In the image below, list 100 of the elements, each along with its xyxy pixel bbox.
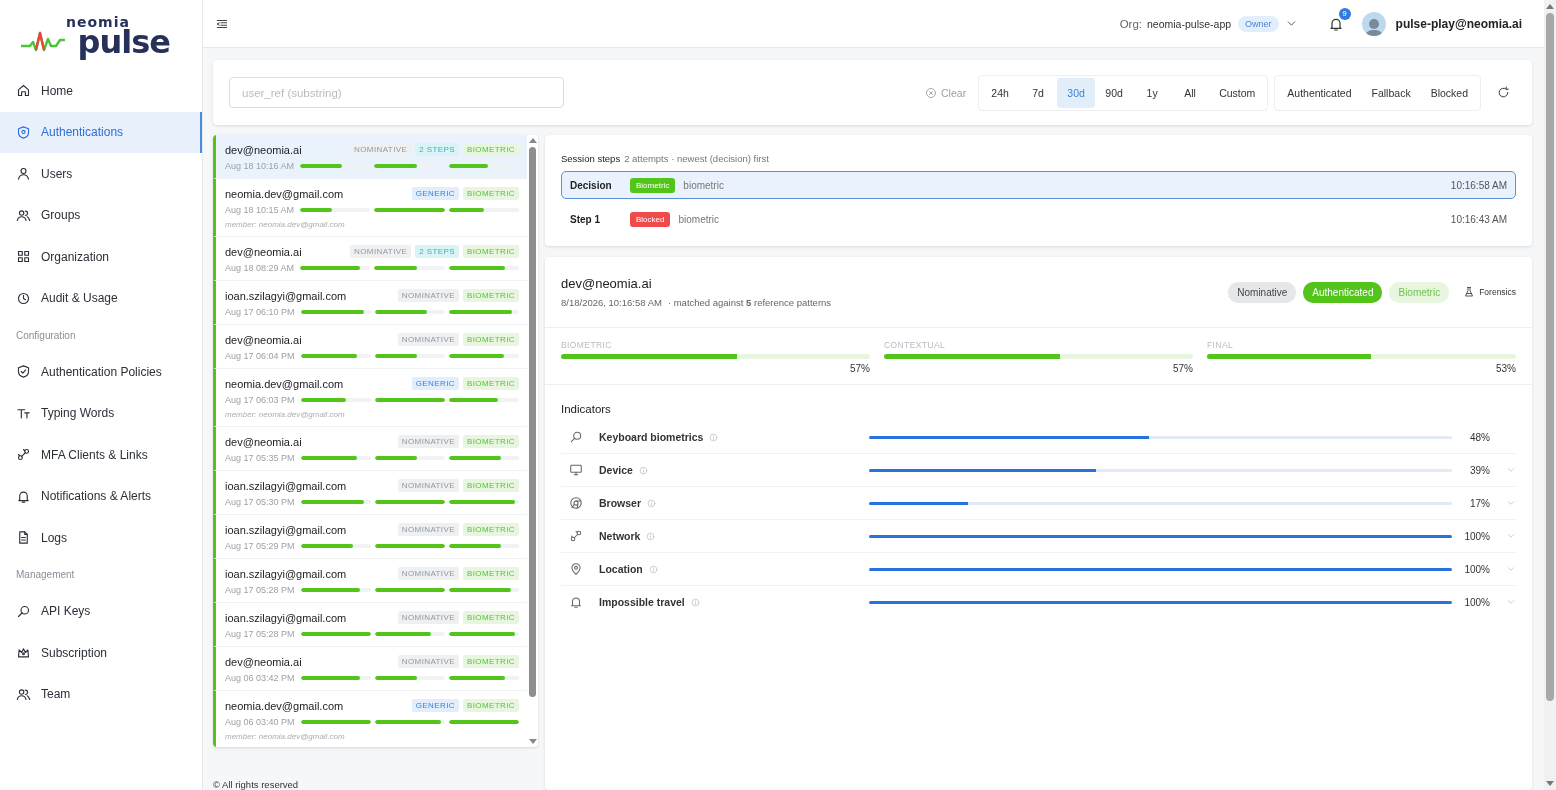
sidebar-item[interactable]: Typing Words bbox=[0, 392, 202, 434]
range-tab[interactable]: Custom bbox=[1209, 77, 1266, 108]
session-row[interactable]: ioan.szilagyi@gmail.com NOMINATIVE BIOMETRIC Aug 17 05:29 PM bbox=[213, 515, 527, 559]
session-row[interactable]: dev@neomia.ai NOMINATIVE BIOMETRIC Aug 06 03:42 PM bbox=[213, 647, 527, 691]
session-time: Aug 17 05:28 PM bbox=[225, 629, 295, 639]
session-tag: BIOMETRIC bbox=[462, 699, 519, 712]
member-note: member: neomia.dev@gmail.com bbox=[225, 732, 346, 741]
pulse-wave-icon bbox=[20, 30, 66, 54]
search-field[interactable]: user_ref (substring) bbox=[229, 77, 564, 108]
step-row[interactable]: Step 1 Blocked biometric 10:16:43 AM bbox=[561, 205, 1516, 233]
status-filter[interactable]: Blocked bbox=[1420, 77, 1478, 108]
session-row[interactable]: ioan.szilagyi@gmail.com NOMINATIVE BIOMETRIC Aug 17 06:10 PM bbox=[213, 281, 527, 325]
score-bar bbox=[300, 398, 371, 402]
score-bar bbox=[374, 398, 445, 402]
range-tab[interactable]: 7d bbox=[1019, 77, 1058, 108]
status-filter[interactable]: Authenticated bbox=[1277, 77, 1362, 108]
sidebar-item[interactable]: Groups bbox=[0, 194, 202, 236]
score-label: CONTEXTUAL bbox=[884, 340, 947, 350]
score-bar bbox=[300, 266, 371, 270]
chevron-down-icon[interactable] bbox=[1506, 564, 1516, 574]
session-row[interactable]: dev@neomia.ai NOMINATIVE 2 STEPS BIOMETRIC Aug 18 10:16 AM bbox=[213, 135, 527, 179]
chevron-down-icon[interactable] bbox=[1506, 597, 1516, 607]
user-email[interactable]: pulse-play@neomia.ai bbox=[1395, 16, 1522, 31]
chevron-down-icon[interactable] bbox=[1506, 498, 1516, 508]
score-bar bbox=[374, 310, 445, 314]
card-subtitle: 2 attempts · newest (decision) first bbox=[624, 153, 769, 164]
session-row[interactable]: ioan.szilagyi@gmail.com NOMINATIVE BIOMETRIC Aug 17 05:30 PM bbox=[213, 471, 527, 515]
detail-email: dev@neomia.ai bbox=[561, 276, 653, 291]
session-email: ioan.szilagyi@gmail.com bbox=[225, 479, 348, 492]
sidebar-item[interactable]: Subscription bbox=[0, 632, 202, 674]
session-tag: NOMINATIVE bbox=[397, 289, 459, 302]
score-bar bbox=[448, 676, 519, 680]
range-tab[interactable]: 90d bbox=[1095, 77, 1134, 108]
section-label: Management bbox=[16, 569, 75, 580]
session-tag: BIOMETRIC bbox=[462, 333, 519, 346]
sidebar-item[interactable]: Organization bbox=[0, 236, 202, 278]
session-row[interactable]: dev@neomia.ai NOMINATIVE BIOMETRIC Aug 17 06:04 PM bbox=[213, 325, 527, 369]
status-badge: Nominative bbox=[1228, 281, 1297, 303]
sidebar-item[interactable]: Authentications bbox=[0, 111, 202, 153]
score-bar bbox=[374, 456, 445, 460]
session-row[interactable]: ioan.szilagyi@gmail.com NOMINATIVE BIOMETRIC Aug 17 05:28 PM bbox=[213, 559, 527, 603]
user-avatar bbox=[1361, 11, 1386, 36]
search-icon bbox=[569, 430, 583, 444]
page-scrollbar[interactable] bbox=[1546, 4, 1554, 786]
range-tab[interactable]: 24h bbox=[981, 77, 1020, 108]
bell-icon bbox=[569, 595, 583, 609]
sidebar-item[interactable]: API Keys bbox=[0, 590, 202, 632]
score-bar bbox=[448, 456, 519, 460]
step-name: Step 1 bbox=[570, 213, 601, 225]
step-name: Decision bbox=[570, 179, 613, 191]
sidebar-item[interactable]: Notifications & Alerts bbox=[0, 475, 202, 517]
status-filter[interactable]: Fallback bbox=[1361, 77, 1421, 108]
refresh-icon[interactable] bbox=[1497, 86, 1510, 99]
session-row[interactable]: neomia.dev@gmail.com GENERIC BIOMETRIC Aug 18 10:15 AM member: neomia.dev@gmail.com bbox=[213, 179, 527, 237]
session-row[interactable]: neomia.dev@gmail.com GENERIC BIOMETRIC Aug 06 03:40 PM member: neomia.dev@gmail.com bbox=[213, 691, 527, 747]
score-bar bbox=[374, 500, 445, 504]
session-email: dev@neomia.ai bbox=[225, 333, 303, 346]
member-note: member: neomia.dev@gmail.com bbox=[225, 220, 346, 229]
session-time: Aug 17 05:28 PM bbox=[225, 585, 295, 595]
sidebar-item[interactable]: Audit & Usage bbox=[0, 277, 202, 319]
session-tag: GENERIC bbox=[411, 699, 459, 712]
indicator-label: Keyboard biometrics bbox=[599, 431, 704, 443]
indicator-value: 39% bbox=[1469, 464, 1490, 476]
sidebar-item[interactable]: MFA Clients & Links bbox=[0, 434, 202, 476]
section-title: Indicators bbox=[561, 403, 612, 415]
card-title: Session steps bbox=[561, 153, 621, 164]
sidebar-item[interactable]: Team bbox=[0, 673, 202, 715]
range-tab[interactable]: 1y bbox=[1133, 77, 1172, 108]
session-tag: GENERIC bbox=[411, 377, 459, 390]
info-icon bbox=[638, 465, 648, 475]
chevron-down-icon[interactable] bbox=[1506, 465, 1516, 475]
sidebar-item[interactable]: Authentication Policies bbox=[0, 351, 202, 393]
info-icon bbox=[648, 564, 658, 574]
info-icon bbox=[646, 531, 656, 541]
range-tab[interactable]: All bbox=[1171, 77, 1210, 108]
status-badge: Biometric bbox=[630, 177, 676, 193]
org-label: Org: bbox=[1119, 17, 1142, 30]
chevron-down-icon[interactable] bbox=[1506, 531, 1516, 541]
session-row[interactable]: dev@neomia.ai NOMINATIVE 2 STEPS BIOMETRIC Aug 18 08:29 AM bbox=[213, 237, 527, 281]
session-tag: NOMINATIVE bbox=[397, 523, 459, 536]
session-time: Aug 18 10:15 AM bbox=[225, 205, 295, 215]
sidebar-item[interactable]: Home bbox=[0, 70, 202, 112]
document-icon bbox=[16, 530, 31, 546]
session-row[interactable]: neomia.dev@gmail.com GENERIC BIOMETRIC Aug 17 06:03 PM member: neomia.dev@gmail.com bbox=[213, 369, 527, 427]
forensics-button[interactable]: Forensics bbox=[1463, 286, 1516, 298]
session-email: dev@neomia.ai bbox=[225, 143, 303, 156]
score-bar bbox=[300, 354, 371, 358]
session-tag: BIOMETRIC bbox=[462, 479, 519, 492]
sidebar-item[interactable]: Logs bbox=[0, 517, 202, 559]
range-tab[interactable]: 30d bbox=[1057, 77, 1096, 108]
indicator-label: Location bbox=[599, 563, 643, 575]
session-tag: NOMINATIVE bbox=[350, 143, 412, 156]
sidebar-item[interactable]: Users bbox=[0, 153, 202, 195]
step-row[interactable]: Decision Biometric biometric 10:16:58 AM bbox=[561, 171, 1516, 199]
users-icon bbox=[16, 686, 31, 702]
score-bar bbox=[374, 208, 445, 212]
session-row[interactable]: dev@neomia.ai NOMINATIVE BIOMETRIC Aug 17 05:35 PM bbox=[213, 427, 527, 471]
score-value: 57% bbox=[1172, 363, 1193, 374]
session-tag: BIOMETRIC bbox=[462, 523, 519, 536]
session-row[interactable]: ioan.szilagyi@gmail.com NOMINATIVE BIOMETRIC Aug 17 05:28 PM bbox=[213, 603, 527, 647]
